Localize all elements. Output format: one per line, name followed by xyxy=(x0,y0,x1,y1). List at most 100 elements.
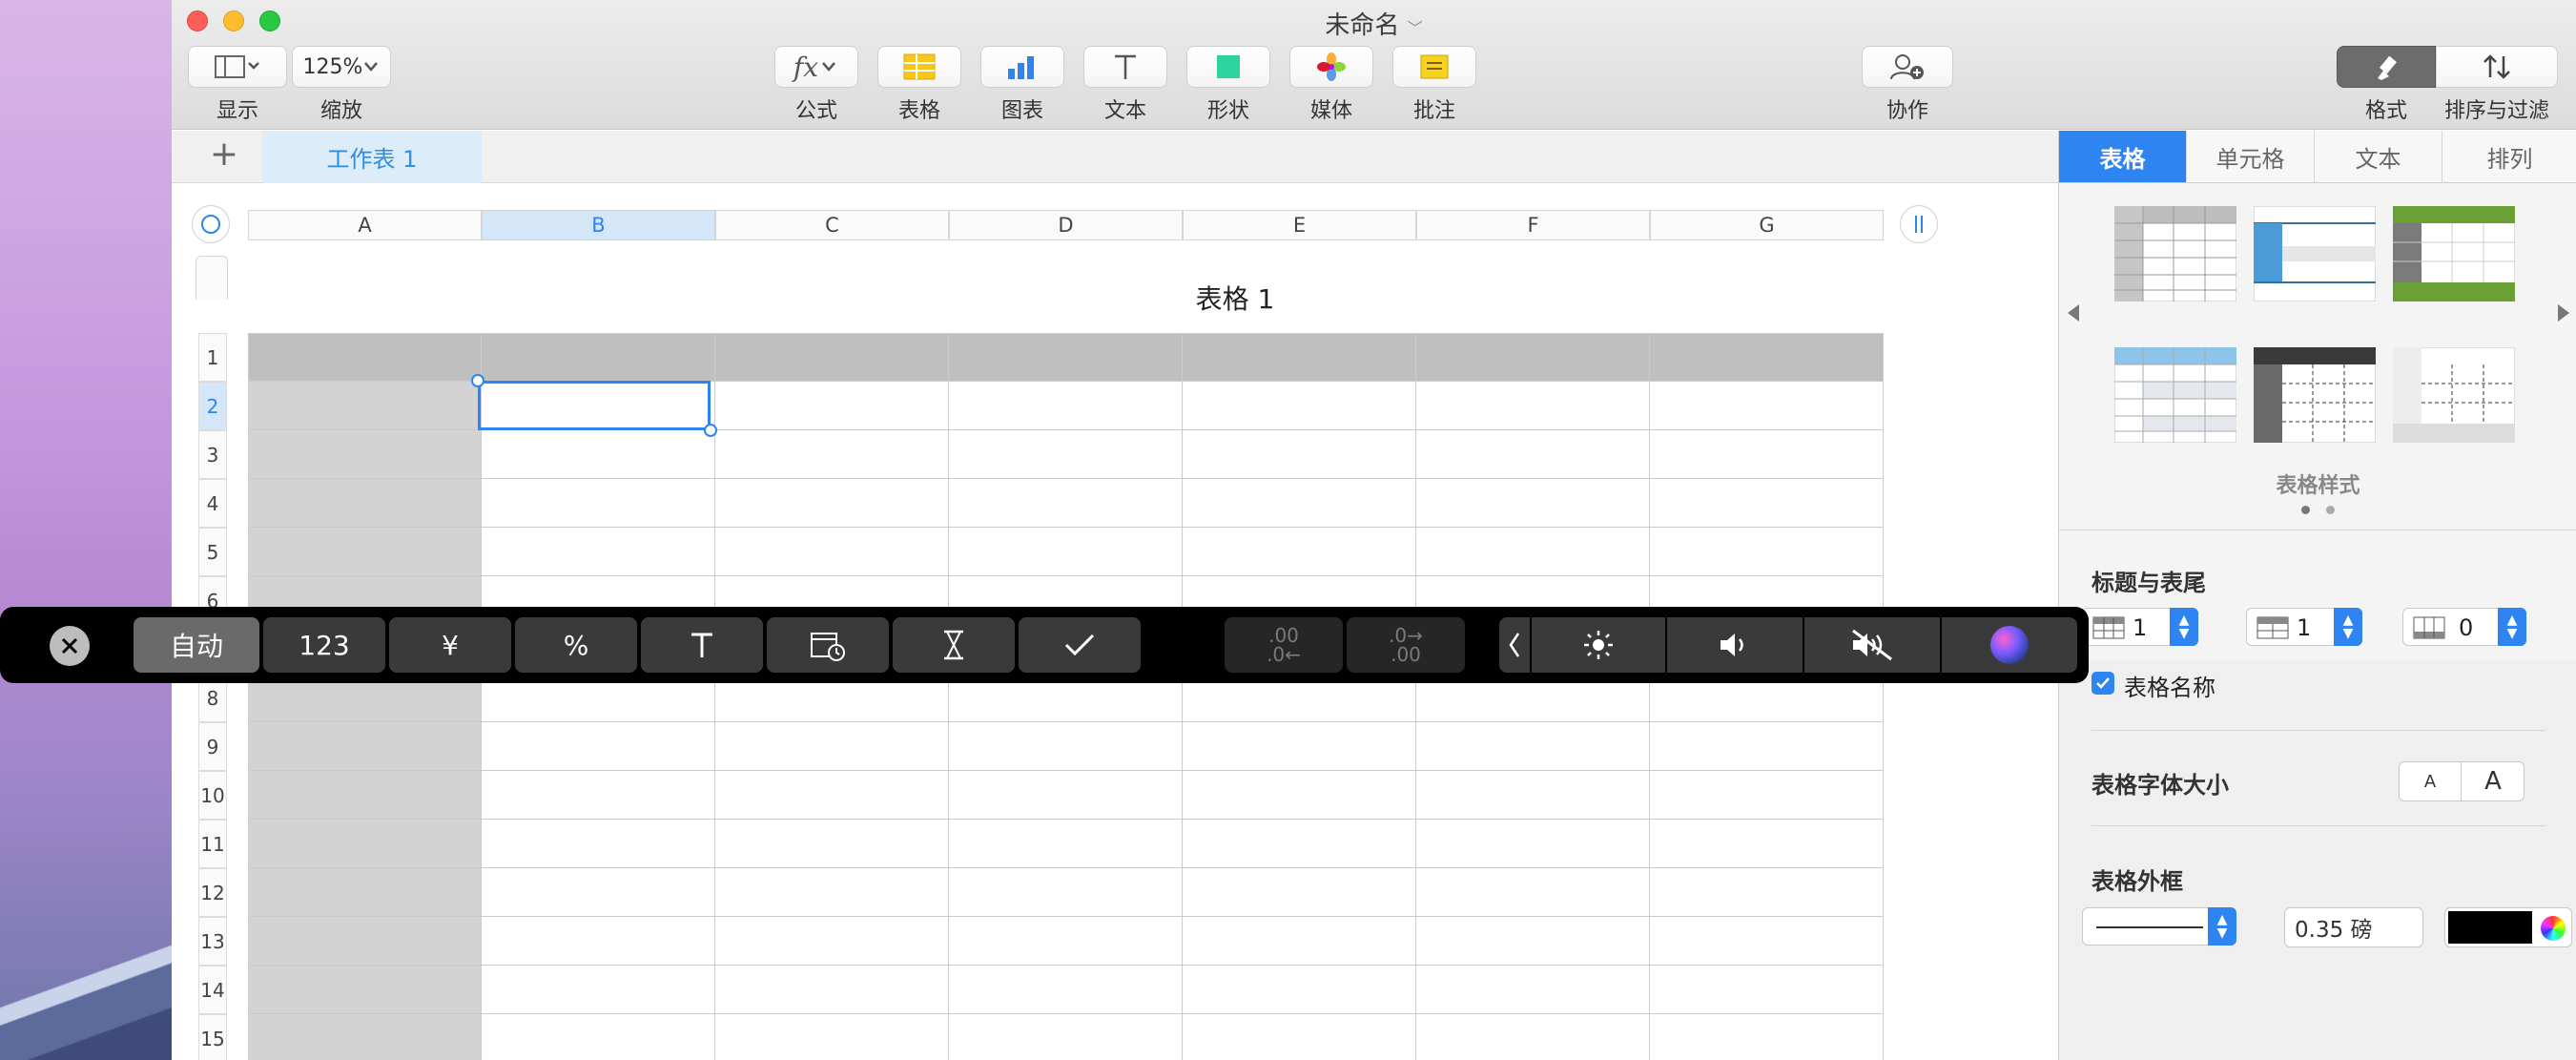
table-cell-b14[interactable] xyxy=(482,966,715,1014)
table-cell-b11[interactable] xyxy=(482,820,715,868)
table-style-2[interactable] xyxy=(2254,206,2376,301)
table-cell-a14[interactable] xyxy=(248,966,482,1014)
table-cell-e4[interactable] xyxy=(1183,479,1416,528)
table-cell-d11[interactable] xyxy=(949,820,1183,868)
table-cell-e2[interactable] xyxy=(1183,382,1416,430)
table-cell-g15[interactable] xyxy=(1650,1014,1884,1060)
table-cell-e1[interactable] xyxy=(1183,333,1416,382)
table-cell-e5[interactable] xyxy=(1183,528,1416,576)
table-cell-d9[interactable] xyxy=(949,722,1183,771)
table-cell-b4[interactable] xyxy=(482,479,715,528)
row-header-4[interactable]: 4 xyxy=(198,479,227,528)
table-cell-c2[interactable] xyxy=(715,382,949,430)
table-cell-e11[interactable] xyxy=(1183,820,1416,868)
formula-button[interactable]: fx xyxy=(774,46,858,88)
table-cell-a9[interactable] xyxy=(248,722,482,771)
table-style-5[interactable] xyxy=(2254,347,2376,443)
insert-shape-button[interactable] xyxy=(1186,46,1270,88)
table-cell-g12[interactable] xyxy=(1650,868,1884,917)
format-currency-button[interactable]: ¥ xyxy=(389,617,511,673)
increase-font-button[interactable]: A xyxy=(2462,762,2524,800)
table-cell-f11[interactable] xyxy=(1416,820,1650,868)
format-number-button[interactable]: 123 xyxy=(263,617,385,673)
row-header-3[interactable]: 3 xyxy=(198,430,227,479)
format-checkbox-button[interactable] xyxy=(1019,617,1141,673)
table-cell-g11[interactable] xyxy=(1650,820,1884,868)
sort-filter-button[interactable] xyxy=(2436,46,2558,88)
row-header-9[interactable]: 9 xyxy=(198,722,227,771)
row-header-10[interactable]: 10 xyxy=(198,771,227,820)
table-cell-a13[interactable] xyxy=(248,917,482,966)
table-cell-f1[interactable] xyxy=(1416,333,1650,382)
table-cell-b1[interactable] xyxy=(482,333,715,382)
table-cell-d10[interactable] xyxy=(949,771,1183,820)
outline-color-well[interactable] xyxy=(2444,907,2572,947)
insert-chart-button[interactable] xyxy=(980,46,1064,88)
table-cell-f9[interactable] xyxy=(1416,722,1650,771)
table-cell-a11[interactable] xyxy=(248,820,482,868)
table-cell-d2[interactable] xyxy=(949,382,1183,430)
mute-button[interactable] xyxy=(1804,617,1940,673)
table-cell-g4[interactable] xyxy=(1650,479,1884,528)
table-cell-e15[interactable] xyxy=(1183,1014,1416,1060)
tab-cell[interactable]: 单元格 xyxy=(2187,131,2315,183)
table-cell-g2[interactable] xyxy=(1650,382,1884,430)
window-title[interactable]: 未命名 ﹀ xyxy=(172,6,2576,41)
footer-rows-stepper[interactable]: 0 ▲ ▼ xyxy=(2402,608,2526,646)
increase-decimals-button[interactable]: .0→ .00 xyxy=(1347,617,1465,673)
table-cell-d1[interactable] xyxy=(949,333,1183,382)
table-cell-e12[interactable] xyxy=(1183,868,1416,917)
table-cell-d15[interactable] xyxy=(949,1014,1183,1060)
format-text-button[interactable] xyxy=(641,617,763,673)
insert-comment-button[interactable] xyxy=(1392,46,1476,88)
siri-button[interactable] xyxy=(1942,617,2077,673)
table-cell-e3[interactable] xyxy=(1183,430,1416,479)
row-header-12[interactable]: 12 xyxy=(198,868,227,917)
row-header-14[interactable]: 14 xyxy=(198,966,227,1014)
table-cell-a10[interactable] xyxy=(248,771,482,820)
stepper-arrows-icon[interactable]: ▲ ▼ xyxy=(2498,608,2526,646)
table-cell-a1[interactable] xyxy=(248,333,482,382)
table-cell-f12[interactable] xyxy=(1416,868,1650,917)
select-all-table-handle[interactable] xyxy=(192,205,230,243)
tab-table[interactable]: 表格 xyxy=(2059,131,2187,183)
table-cell-g1[interactable] xyxy=(1650,333,1884,382)
table-cell-b9[interactable] xyxy=(482,722,715,771)
table-cell-c4[interactable] xyxy=(715,479,949,528)
table-cell-g14[interactable] xyxy=(1650,966,1884,1014)
table-cell-g10[interactable] xyxy=(1650,771,1884,820)
table-cell-f4[interactable] xyxy=(1416,479,1650,528)
table-cell-a5[interactable] xyxy=(248,528,482,576)
stepper-arrows-icon[interactable]: ▲ ▼ xyxy=(2334,608,2362,646)
brightness-button[interactable] xyxy=(1532,617,1665,673)
selected-cell-b2[interactable] xyxy=(478,381,711,430)
add-sheet-button[interactable]: + xyxy=(200,135,248,178)
table-style-6[interactable] xyxy=(2393,347,2515,443)
row-header-15[interactable]: 15 xyxy=(198,1014,227,1060)
row-header-13[interactable]: 13 xyxy=(198,917,227,966)
add-column-handle[interactable] xyxy=(1900,205,1938,243)
format-date-time-button[interactable] xyxy=(767,617,889,673)
table-cell-g13[interactable] xyxy=(1650,917,1884,966)
zoom-select[interactable]: 125% xyxy=(292,46,391,88)
previous-styles-icon[interactable] xyxy=(2065,302,2082,323)
table-cell-b10[interactable] xyxy=(482,771,715,820)
table-cell-c15[interactable] xyxy=(715,1014,949,1060)
table-name-checkbox[interactable] xyxy=(2092,672,2114,695)
table-cell-d5[interactable] xyxy=(949,528,1183,576)
table-cell-e14[interactable] xyxy=(1183,966,1416,1014)
table-cell-a15[interactable] xyxy=(248,1014,482,1060)
tab-text[interactable]: 文本 xyxy=(2315,131,2442,183)
column-header-e[interactable]: E xyxy=(1183,210,1416,240)
format-percent-button[interactable]: % xyxy=(515,617,637,673)
table-cell-c13[interactable] xyxy=(715,917,949,966)
volume-button[interactable] xyxy=(1667,617,1803,673)
table-cell-f14[interactable] xyxy=(1416,966,1650,1014)
close-touchbar-button[interactable] xyxy=(50,626,90,666)
column-header-b[interactable]: B xyxy=(482,210,715,240)
expand-control-strip-button[interactable] xyxy=(1499,617,1530,673)
insert-table-button[interactable] xyxy=(877,46,961,88)
table-cell-f2[interactable] xyxy=(1416,382,1650,430)
table-style-4[interactable] xyxy=(2114,347,2236,443)
select-arrows-icon[interactable]: ▲ ▼ xyxy=(2208,907,2236,946)
